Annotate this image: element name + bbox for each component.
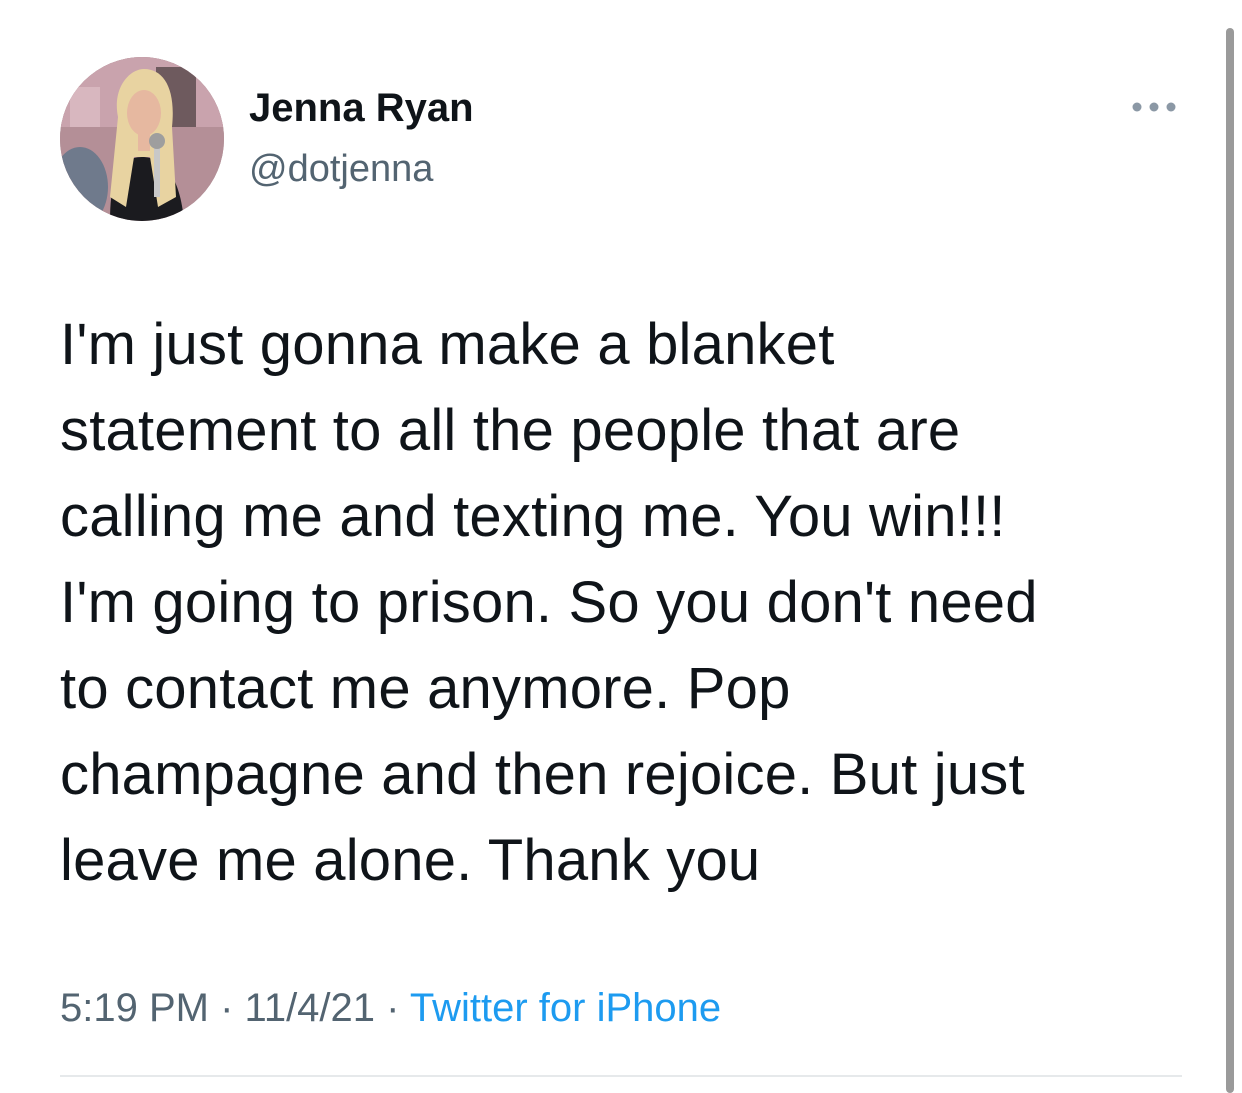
tweet-text: I'm just gonna make a blanket statement …	[60, 312, 1038, 893]
divider	[60, 1075, 1182, 1077]
more-horizontal-icon	[1132, 102, 1176, 112]
meta-separator: ·	[386, 986, 400, 1030]
author-handle[interactable]: @dotjenna	[249, 143, 433, 195]
tweet-detail-page: Jenna Ryan @dotjenna I'm just gonna make…	[0, 0, 1242, 1093]
more-options-button[interactable]	[1124, 92, 1184, 122]
tweet-source-link[interactable]: Twitter for iPhone	[410, 986, 721, 1030]
scrollbar[interactable]	[1226, 28, 1234, 1093]
tweet-metadata: 5:19 PM · 11/4/21 · Twitter for iPhone	[60, 982, 721, 1034]
avatar[interactable]	[60, 57, 224, 221]
tweet-time[interactable]: 5:19 PM	[60, 986, 209, 1030]
tweet-date[interactable]: 11/4/21	[245, 986, 376, 1030]
meta-separator: ·	[220, 986, 234, 1030]
profile-photo	[60, 57, 224, 221]
author-name[interactable]: Jenna Ryan	[249, 82, 474, 134]
